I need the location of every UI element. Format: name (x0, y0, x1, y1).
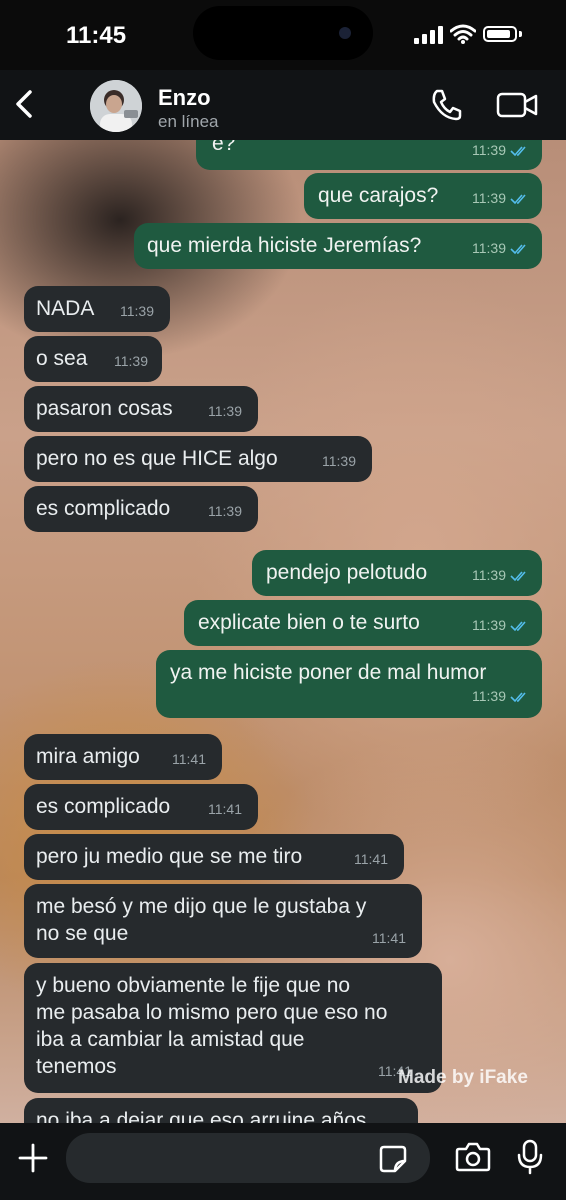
message-time: 11:39 (472, 142, 506, 158)
message-text: NADA (36, 297, 95, 320)
message-text: es complicado (36, 795, 171, 818)
message-time: 11:41 (208, 801, 242, 817)
message-incoming[interactable]: o sea 11:39 (24, 336, 162, 382)
message-time: 11:39 (472, 688, 506, 704)
status-time: 11:45 (66, 22, 127, 49)
avatar-image (90, 80, 142, 132)
watermark: Made by iFake (398, 1067, 528, 1088)
message-outgoing[interactable]: e? 11:39 (196, 140, 542, 170)
cellular-signal-icon (414, 26, 443, 44)
contact-status: en línea (158, 112, 219, 131)
message-outgoing[interactable]: pendejo pelotudo 11:39 (252, 550, 542, 596)
message-outgoing[interactable]: que mierda hiciste Jeremías? 11:39 (134, 223, 542, 269)
camera-dot (339, 27, 351, 39)
message-text: y bueno obviamente le fije que no me pas… (36, 974, 388, 1078)
chat-header: Enzo en línea (0, 70, 566, 140)
message-incoming[interactable]: es complicado 11:39 (24, 486, 258, 532)
double-check-icon (510, 243, 526, 254)
double-check-icon (510, 691, 526, 702)
wifi-icon (450, 24, 476, 44)
message-incoming[interactable]: me besó y me dijo que le gustaba y no se… (24, 884, 422, 958)
message-text: no iba a dejar que eso arruine años (36, 1109, 367, 1123)
video-camera-icon[interactable] (496, 92, 538, 118)
message-incoming[interactable]: pero ju medio que se me tiro 11:41 (24, 834, 404, 880)
message-incoming[interactable]: no iba a dejar que eso arruine años (24, 1098, 418, 1123)
message-text: ya me hiciste poner de mal humor (170, 661, 487, 684)
message-incoming[interactable]: pasaron cosas 11:39 (24, 386, 258, 432)
message-text: pendejo pelotudo (266, 561, 428, 584)
camera-icon[interactable] (455, 1141, 491, 1173)
message-time: 11:39 (208, 403, 242, 419)
message-time: 11:39 (472, 190, 506, 206)
sticker-icon[interactable] (378, 1144, 408, 1174)
message-time: 11:39 (472, 567, 506, 583)
message-text: me besó y me dijo que le gustaba y no se… (36, 895, 367, 945)
message-incoming[interactable]: pero no es que HICE algo 11:39 (24, 436, 372, 482)
message-text: mira amigo (36, 745, 140, 768)
message-time: 11:41 (172, 751, 206, 767)
chevron-left-icon[interactable] (8, 82, 44, 126)
message-text: pero ju medio que se me tiro (36, 845, 303, 868)
message-time: 11:41 (372, 930, 406, 946)
message-text: es complicado (36, 497, 171, 520)
plus-icon[interactable] (18, 1143, 48, 1173)
dynamic-island (193, 6, 373, 60)
message-text: o sea (36, 347, 88, 370)
message-time: 11:39 (114, 353, 148, 369)
message-time: 11:39 (322, 453, 356, 469)
message-time: 11:39 (120, 303, 154, 319)
message-outgoing[interactable]: que carajos? 11:39 (304, 173, 542, 219)
message-incoming[interactable]: NADA 11:39 (24, 286, 170, 332)
phone-icon[interactable] (430, 88, 462, 122)
message-outgoing[interactable]: ya me hiciste poner de mal humor 11:39 (156, 650, 542, 718)
message-text: que carajos? (318, 184, 439, 207)
message-text: e? (212, 140, 236, 155)
composer-bar (0, 1123, 566, 1200)
message-text: explicate bien o te surto (198, 611, 420, 634)
double-check-icon (510, 620, 526, 631)
message-text: que mierda hiciste Jeremías? (147, 234, 422, 257)
message-time: 11:39 (208, 503, 242, 519)
message-text: pasaron cosas (36, 397, 173, 420)
double-check-icon (510, 145, 526, 156)
message-text: pero no es que HICE algo (36, 447, 278, 470)
contact-name[interactable]: Enzo (158, 85, 211, 111)
message-incoming[interactable]: mira amigo 11:41 (24, 734, 222, 780)
chat-area[interactable]: e? 11:39 que carajos? 11:39 que mierda h… (0, 140, 566, 1123)
double-check-icon (510, 570, 526, 581)
message-time: 11:41 (354, 851, 388, 867)
message-incoming[interactable]: es complicado 11:41 (24, 784, 258, 830)
message-input[interactable] (66, 1133, 430, 1183)
message-time: 11:39 (472, 617, 506, 633)
status-bar: 11:45 (0, 0, 566, 70)
message-outgoing[interactable]: explicate bien o te surto 11:39 (184, 600, 542, 646)
avatar[interactable] (90, 80, 142, 132)
microphone-icon[interactable] (516, 1139, 544, 1175)
message-time: 11:39 (472, 240, 506, 256)
double-check-icon (510, 193, 526, 204)
battery-icon (483, 26, 517, 42)
message-incoming[interactable]: y bueno obviamente le fije que no me pas… (24, 963, 442, 1093)
